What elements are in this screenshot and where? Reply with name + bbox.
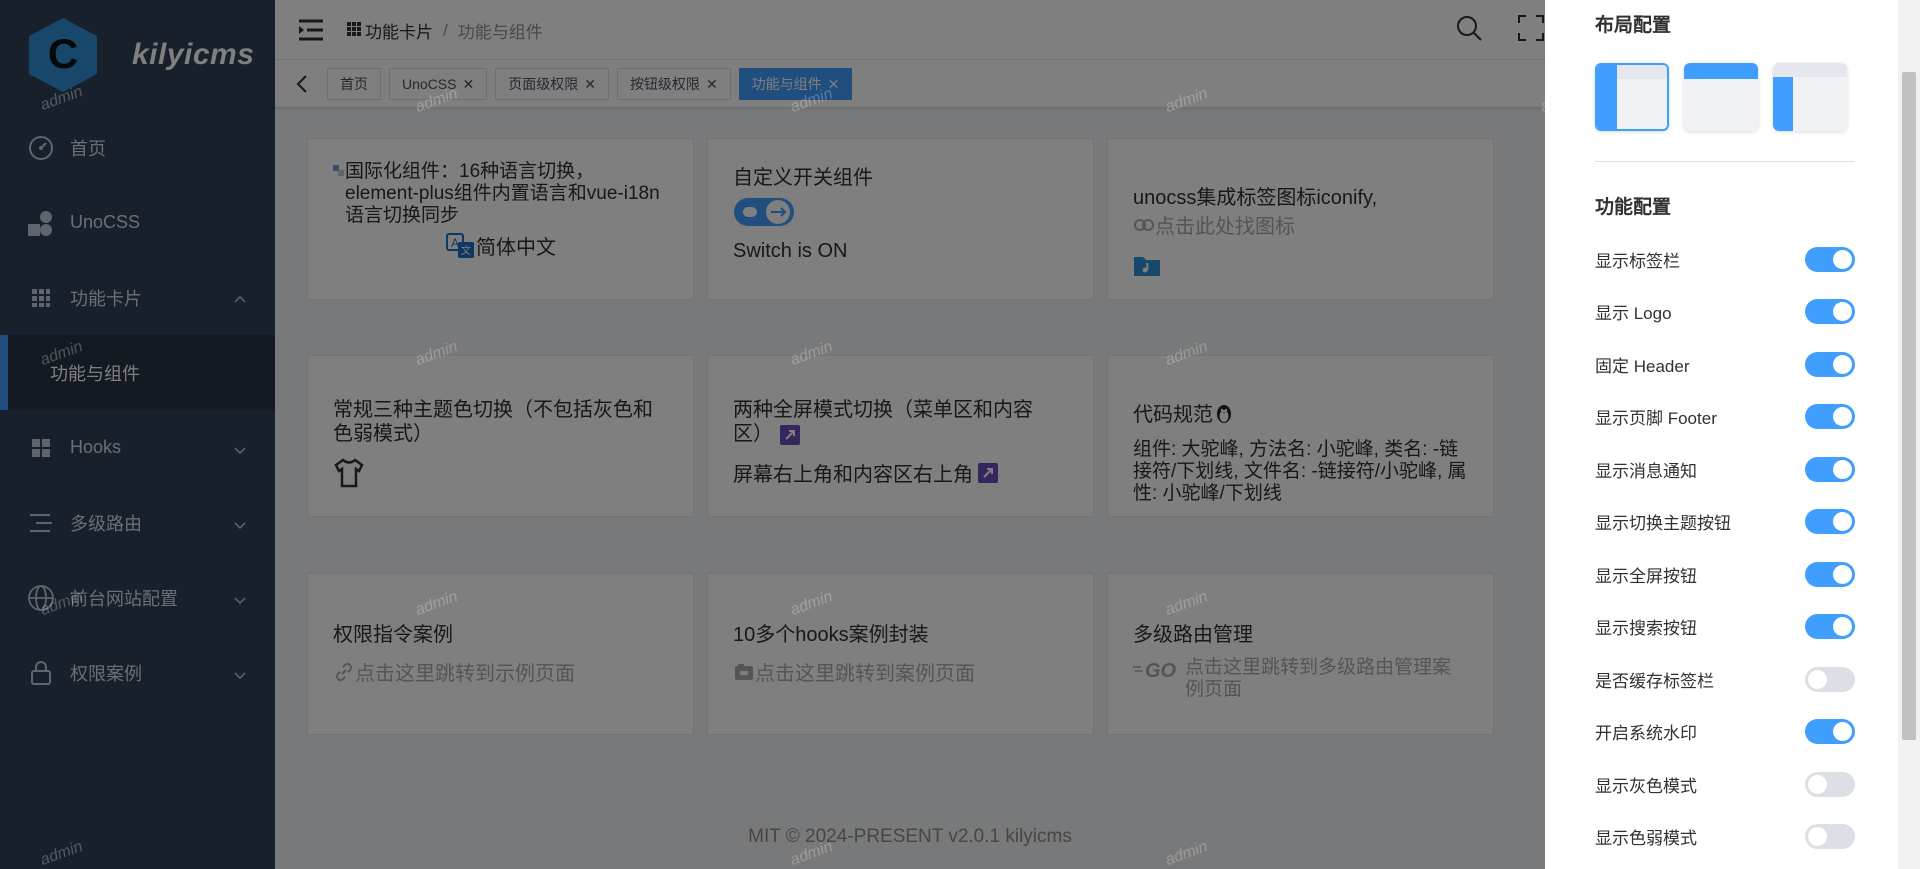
toggle-switch[interactable] (1805, 299, 1855, 325)
setting-label: 固定 Header (1595, 356, 1690, 376)
setting-label: 显示全屏按钮 (1595, 566, 1697, 586)
layout-options (1595, 63, 1855, 131)
watermark: admin (788, 588, 836, 619)
setting-show-footer: 显示页脚 Footer (1595, 391, 1855, 444)
watermark: admin (413, 588, 461, 619)
settings-content: 布局配置 功能配置 显示标签栏 显示 Logo 固定 Header 显示页脚 F… (1595, 0, 1855, 863)
setting-label: 开启系统水印 (1595, 724, 1697, 744)
watermark: admin (1163, 338, 1211, 369)
watermark: admin (788, 838, 836, 869)
scrollbar-thumb[interactable] (1902, 72, 1916, 740)
setting-color-weak-mode: 显示色弱模式 (1595, 811, 1855, 864)
panel-scrollbar[interactable] (1898, 0, 1920, 869)
setting-show-tags: 显示标签栏 (1595, 233, 1855, 286)
setting-label: 显示页脚 Footer (1595, 409, 1717, 429)
layout-option-top[interactable] (1684, 63, 1758, 131)
watermark: admin (788, 338, 836, 369)
modal-overlay[interactable]: admin admin admin admin admin admin admi… (0, 0, 1585, 869)
setting-label: 显示标签栏 (1595, 251, 1680, 271)
toggle-switch[interactable] (1805, 719, 1855, 745)
setting-show-theme-switch: 显示切换主题按钮 (1595, 496, 1855, 549)
toggle-switch[interactable] (1805, 351, 1855, 377)
watermark: admin (413, 85, 461, 116)
setting-label: 显示 Logo (1595, 304, 1672, 324)
setting-label: 显示灰色模式 (1595, 776, 1697, 796)
setting-show-search: 显示搜索按钮 (1595, 601, 1855, 654)
settings-panel: 布局配置 功能配置 显示标签栏 显示 Logo 固定 Header 显示页脚 F… (1545, 0, 1920, 869)
toggle-switch[interactable] (1805, 561, 1855, 587)
layout-option-left-top[interactable] (1773, 63, 1847, 131)
setting-label: 显示搜索按钮 (1595, 619, 1697, 639)
setting-cache-tags: 是否缓存标签栏 (1595, 653, 1855, 706)
setting-grey-mode: 显示灰色模式 (1595, 758, 1855, 811)
toggle-switch[interactable] (1805, 666, 1855, 692)
setting-label: 显示消息通知 (1595, 461, 1697, 481)
watermark: admin (1163, 838, 1211, 869)
divider (1595, 161, 1855, 162)
setting-label: 是否缓存标签栏 (1595, 671, 1714, 691)
toggle-switch[interactable] (1805, 509, 1855, 535)
setting-show-logo: 显示 Logo (1595, 286, 1855, 339)
watermark: admin (1163, 588, 1211, 619)
toggle-switch[interactable] (1805, 771, 1855, 797)
toggle-switch[interactable] (1805, 824, 1855, 850)
watermark: admin (38, 838, 86, 869)
watermark: admin (38, 338, 86, 369)
toggle-switch[interactable] (1805, 614, 1855, 640)
toggle-switch[interactable] (1805, 404, 1855, 430)
watermark: admin (38, 588, 86, 619)
setting-show-notify: 显示消息通知 (1595, 443, 1855, 496)
setting-label: 显示切换主题按钮 (1595, 514, 1731, 534)
setting-watermark: 开启系统水印 (1595, 706, 1855, 759)
watermark: admin (413, 338, 461, 369)
toggle-switch[interactable] (1805, 456, 1855, 482)
watermark: admin (1163, 85, 1211, 116)
layout-option-left[interactable] (1595, 63, 1669, 131)
setting-label: 显示色弱模式 (1595, 829, 1697, 849)
setting-show-fullscreen: 显示全屏按钮 (1595, 548, 1855, 601)
watermark: admin (788, 85, 836, 116)
setting-fixed-header: 固定 Header (1595, 338, 1855, 391)
layout-config-title: 布局配置 (1595, 15, 1672, 36)
feature-config-title: 功能配置 (1595, 197, 1672, 218)
toggle-switch[interactable] (1805, 246, 1855, 272)
watermark: admin (38, 83, 86, 114)
